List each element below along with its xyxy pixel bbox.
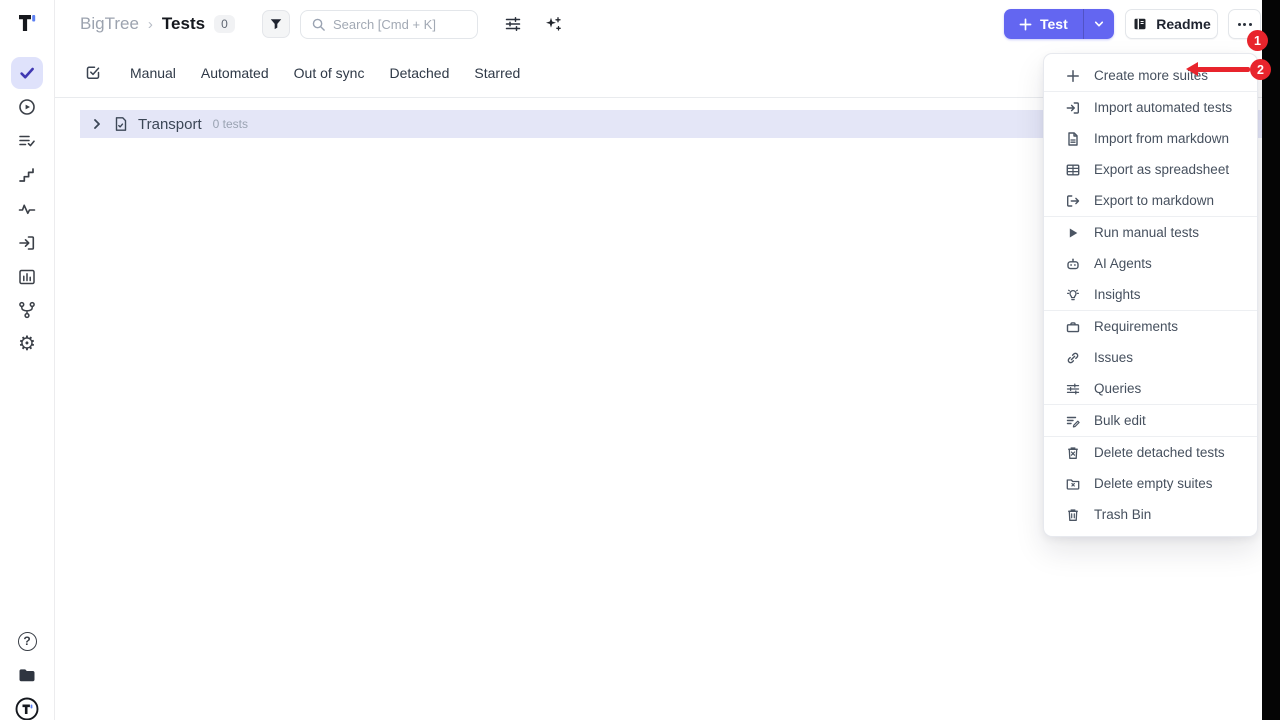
menu-item-delete-detached-tests[interactable]: Delete detached tests (1044, 437, 1257, 468)
sidebar-item-steps[interactable] (15, 163, 39, 187)
adjust-sliders-icon[interactable] (504, 15, 522, 33)
screen-edge-strip (1262, 0, 1280, 720)
bulk-edit-icon (1065, 413, 1081, 429)
menu-item-trash-bin[interactable]: Trash Bin (1044, 499, 1257, 530)
breadcrumb-project[interactable]: BigTree (80, 14, 139, 34)
sidebar-item-analytics[interactable] (15, 265, 39, 289)
menu-item-insights[interactable]: Insights (1044, 279, 1257, 310)
funnel-icon (269, 17, 283, 31)
briefcase-icon (1065, 319, 1081, 335)
more-options-menu: Create more suites Import automated test… (1043, 53, 1258, 537)
create-test-label: Test (1040, 16, 1068, 32)
breadcrumb-separator: › (148, 16, 153, 33)
import-box-icon (17, 233, 37, 253)
tab-automated[interactable]: Automated (201, 65, 269, 81)
menu-item-bulk-edit[interactable]: Bulk edit (1044, 405, 1257, 436)
sidebar-item-projects[interactable] (15, 663, 39, 687)
suite-test-count: 0 tests (213, 117, 248, 131)
search-input[interactable] (333, 17, 468, 32)
markdown-file-icon (1065, 131, 1081, 147)
create-test-dropdown-button[interactable] (1083, 9, 1114, 39)
ai-sparkles-icon[interactable] (544, 15, 562, 33)
play-icon (1065, 225, 1081, 241)
sidebar-item-settings[interactable]: ⚙ (15, 332, 39, 356)
create-test-split-button: Test (1004, 9, 1114, 39)
suite-file-icon (113, 116, 129, 132)
top-header: BigTree › Tests 0 (55, 0, 1262, 48)
readme-button[interactable]: Readme (1125, 9, 1218, 39)
more-options-icon (1238, 23, 1241, 26)
menu-item-queries[interactable]: Queries (1044, 373, 1257, 404)
play-circle-icon (17, 97, 37, 117)
tab-manual[interactable]: Manual (130, 65, 176, 81)
lightbulb-icon (1065, 287, 1081, 303)
readme-label: Readme (1156, 16, 1210, 32)
page: ⚙ ? BigTree › Tests 0 (0, 0, 1280, 720)
menu-item-export-as-spreadsheet[interactable]: Export as spreadsheet (1044, 154, 1257, 185)
menu-item-run-manual-tests[interactable]: Run manual tests (1044, 217, 1257, 248)
list-check-icon (17, 131, 37, 151)
menu-item-export-to-markdown[interactable]: Export to markdown (1044, 185, 1257, 216)
plus-icon (1019, 18, 1032, 31)
folder-x-icon (1065, 476, 1081, 492)
sidebar-item-help[interactable]: ? (15, 629, 39, 653)
check-icon (17, 63, 37, 83)
link-icon (1065, 350, 1081, 366)
select-all-checkbox-icon[interactable] (84, 63, 103, 82)
menu-item-ai-agents[interactable]: AI Agents (1044, 248, 1257, 279)
annotation-arrowhead-icon (1186, 62, 1198, 76)
menu-item-requirements[interactable]: Requirements (1044, 311, 1257, 342)
sidebar: ⚙ ? (0, 0, 55, 720)
chevron-down-icon (1093, 18, 1105, 30)
trash-icon (1065, 507, 1081, 523)
plus-icon (1065, 68, 1081, 84)
trash-x-icon (1065, 445, 1081, 461)
menu-item-create-more-suites[interactable]: Create more suites (1044, 60, 1257, 91)
search-icon (311, 17, 326, 32)
annotation-arrow (1197, 67, 1250, 72)
sidebar-item-plans[interactable] (15, 129, 39, 153)
annotation-badge-2: 2 (1250, 59, 1271, 80)
import-box-icon (1065, 100, 1081, 116)
sidebar-item-tests[interactable] (11, 57, 43, 89)
chevron-right-icon[interactable] (90, 117, 104, 131)
tab-detached[interactable]: Detached (389, 65, 449, 81)
sidebar-item-account[interactable] (15, 697, 39, 720)
app-logo[interactable] (13, 9, 41, 37)
filter-button[interactable] (262, 10, 290, 38)
pulse-icon (17, 199, 37, 219)
sliders-icon (1065, 381, 1081, 397)
menu-item-import-automated-tests[interactable]: Import automated tests (1044, 92, 1257, 123)
page-title: Tests (162, 14, 205, 34)
gear-icon: ⚙ (18, 334, 36, 354)
create-test-button[interactable]: Test (1004, 9, 1083, 39)
bar-chart-icon (17, 267, 37, 287)
search-box (300, 10, 478, 39)
export-box-icon (1065, 193, 1081, 209)
stairs-icon (17, 165, 37, 185)
sidebar-item-branches[interactable] (15, 298, 39, 322)
breadcrumb: BigTree › Tests 0 (80, 0, 235, 48)
sidebar-item-import[interactable] (15, 231, 39, 255)
tests-count-badge: 0 (214, 15, 235, 33)
sidebar-item-runs[interactable] (15, 95, 39, 119)
menu-item-import-from-markdown[interactable]: Import from markdown (1044, 123, 1257, 154)
spreadsheet-icon (1065, 162, 1081, 178)
tab-starred[interactable]: Starred (474, 65, 520, 81)
annotation-badge-1: 1 (1247, 30, 1268, 51)
logo-t-icon (14, 10, 40, 36)
menu-item-delete-empty-suites[interactable]: Delete empty suites (1044, 468, 1257, 499)
suite-name: Transport (138, 116, 202, 133)
branch-icon (17, 300, 37, 320)
folder-icon (17, 665, 37, 685)
help-icon: ? (18, 632, 37, 651)
menu-item-issues[interactable]: Issues (1044, 342, 1257, 373)
tab-out-of-sync[interactable]: Out of sync (294, 65, 365, 81)
robot-icon (1065, 256, 1081, 272)
account-t-icon (15, 697, 39, 720)
sidebar-item-activity[interactable] (15, 197, 39, 221)
book-icon (1132, 16, 1148, 32)
